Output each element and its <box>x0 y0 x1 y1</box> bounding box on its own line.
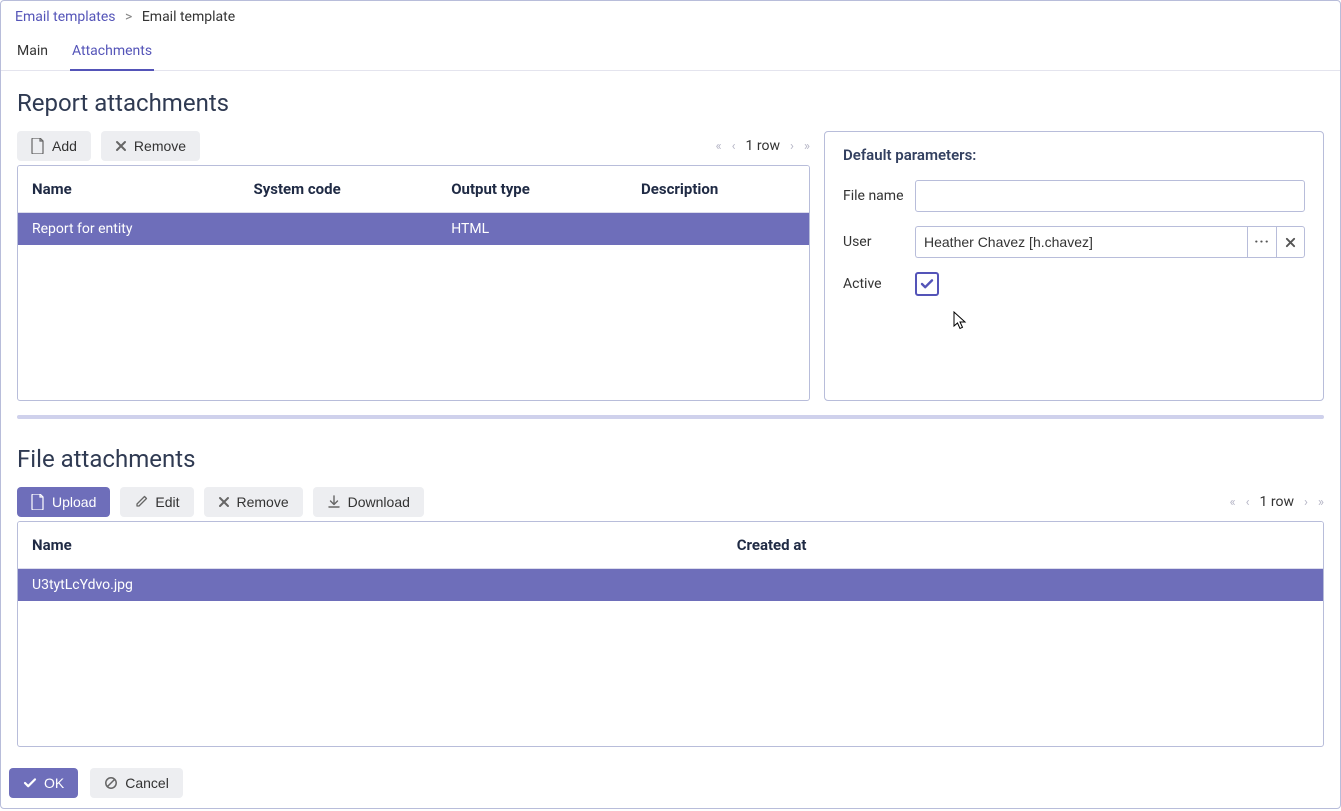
active-label: Active <box>843 276 915 292</box>
check-icon <box>919 276 935 292</box>
tabs: Main Attachments <box>1 31 1340 71</box>
breadcrumb-separator: > <box>125 9 132 25</box>
document-icon <box>31 494 45 510</box>
report-table: Name System code Output type Description… <box>17 165 810 401</box>
pager-first-icon[interactable]: « <box>1230 495 1236 510</box>
report-attachments-section: Report attachments Add <box>1 71 1340 407</box>
report-attachments-title: Report attachments <box>17 89 1324 117</box>
ellipsis-icon: ··· <box>1254 234 1270 250</box>
breadcrumb-parent-link[interactable]: Email templates <box>15 9 116 25</box>
file-table: Name Created at U3tytLcYdvo.jpg <box>17 521 1324 747</box>
close-icon <box>115 140 127 152</box>
pager-next-icon[interactable]: › <box>1304 495 1308 510</box>
cancel-button-label: Cancel <box>125 775 169 791</box>
download-icon <box>327 495 341 509</box>
cell-name: U3tytLcYdvo.jpg <box>18 569 723 602</box>
table-row[interactable]: Report for entity HTML <box>18 213 809 246</box>
active-checkbox[interactable] <box>915 272 939 296</box>
col-description[interactable]: Description <box>627 166 809 213</box>
file-remove-button-label: Remove <box>237 494 289 510</box>
ok-button[interactable]: OK <box>9 768 78 798</box>
upload-button-label: Upload <box>52 494 96 510</box>
add-button-label: Add <box>52 138 77 154</box>
pager-prev-icon[interactable]: ‹ <box>732 139 736 154</box>
edit-button[interactable]: Edit <box>120 487 193 517</box>
cell-system-code <box>239 213 437 246</box>
pager-next-icon[interactable]: › <box>790 139 794 154</box>
table-row[interactable]: U3tytLcYdvo.jpg <box>18 569 1323 602</box>
breadcrumb: Email templates > Email template <box>1 1 1340 29</box>
user-label: User <box>843 234 915 250</box>
col-output-type[interactable]: Output type <box>437 166 627 213</box>
user-lookup-button[interactable]: ··· <box>1247 226 1276 258</box>
tab-attachments[interactable]: Attachments <box>70 37 154 71</box>
file-name-input[interactable] <box>915 180 1305 212</box>
add-button[interactable]: Add <box>17 131 91 161</box>
check-icon <box>23 776 37 790</box>
file-attachments-section: File attachments Upload Edit <box>1 427 1340 753</box>
remove-button[interactable]: Remove <box>101 131 200 161</box>
pencil-icon <box>134 495 148 509</box>
file-remove-button[interactable]: Remove <box>204 487 303 517</box>
cell-description <box>627 213 809 246</box>
cell-name: Report for entity <box>18 213 239 246</box>
file-attachments-title: File attachments <box>17 445 1324 473</box>
default-parameters-panel: Default parameters: File name User ··· <box>824 131 1324 401</box>
close-icon <box>1285 237 1296 248</box>
cancel-icon <box>104 776 118 790</box>
document-icon <box>31 138 45 154</box>
download-button-label: Download <box>348 494 410 510</box>
file-name-label: File name <box>843 188 915 204</box>
ok-button-label: OK <box>44 775 64 791</box>
cancel-button[interactable]: Cancel <box>90 768 183 798</box>
file-pager-text: 1 row <box>1260 494 1294 510</box>
section-divider[interactable] <box>17 415 1324 419</box>
pager-prev-icon[interactable]: ‹ <box>1246 495 1250 510</box>
remove-button-label: Remove <box>134 138 186 154</box>
footer-bar: OK Cancel <box>9 768 183 798</box>
pager-last-icon[interactable]: » <box>804 139 810 154</box>
upload-button[interactable]: Upload <box>17 487 110 517</box>
col-name[interactable]: Name <box>18 166 239 213</box>
download-button[interactable]: Download <box>313 487 424 517</box>
user-input[interactable] <box>915 226 1247 258</box>
tab-main[interactable]: Main <box>15 37 50 71</box>
edit-button-label: Edit <box>155 494 179 510</box>
cell-created-at <box>723 569 1323 602</box>
breadcrumb-current: Email template <box>142 9 235 25</box>
col-system-code[interactable]: System code <box>239 166 437 213</box>
user-clear-button[interactable] <box>1276 226 1305 258</box>
pager-first-icon[interactable]: « <box>716 139 722 154</box>
report-pager: « ‹ 1 row › » <box>716 138 810 154</box>
file-pager: « ‹ 1 row › » <box>1230 494 1324 510</box>
file-col-name[interactable]: Name <box>18 522 723 569</box>
pager-text: 1 row <box>746 138 780 154</box>
close-icon <box>218 496 230 508</box>
file-col-created-at[interactable]: Created at <box>723 522 1323 569</box>
params-title: Default parameters: <box>843 146 1305 164</box>
pager-last-icon[interactable]: » <box>1318 495 1324 510</box>
cell-output-type: HTML <box>437 213 627 246</box>
